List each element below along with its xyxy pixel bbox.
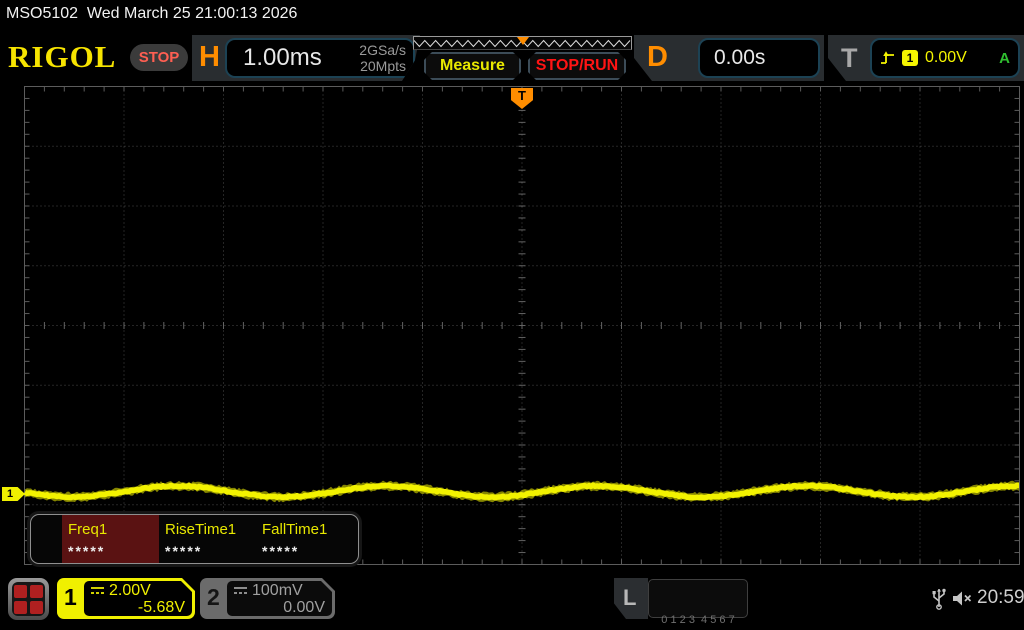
measurement-label: RiseTime1 [165, 521, 256, 538]
dc-coupling-icon [90, 586, 105, 595]
quick-menu-button[interactable] [8, 578, 49, 620]
channel2-number: 2 [207, 584, 220, 611]
usb-icon [932, 585, 946, 610]
measurement-freq1[interactable]: Freq1 ***** [62, 515, 159, 563]
measurement-value: ***** [262, 543, 353, 559]
channel1-offset: -5.68V [90, 599, 185, 616]
channel2-status[interactable]: 2 100mV 0.00V [200, 578, 335, 619]
channel1-scale: 2.00V [109, 582, 151, 599]
logic-key-label: L [623, 585, 636, 611]
status-clock: 20:59 [977, 587, 1024, 609]
logic-channel-list[interactable]: 0 1 2 3 4 5 6 7 8 9 1011 12131415 [648, 579, 748, 618]
logic-channels-row1: 0 1 2 3 4 5 6 7 [649, 613, 747, 628]
oscilloscope-screen: MSO5102 Wed March 25 21:00:13 2026 RIGOL… [0, 0, 1024, 630]
measurement-results-panel[interactable]: Freq1 ***** RiseTime1 ***** FallTime1 **… [30, 514, 359, 564]
dc-coupling-icon [233, 586, 248, 595]
measurement-label: FallTime1 [262, 521, 353, 538]
channel1-level-marker-label: 1 [7, 488, 13, 500]
measurement-value: ***** [68, 543, 159, 559]
channel1-status[interactable]: 1 2.00V -5.68V [57, 578, 195, 619]
channel1-number: 1 [64, 584, 77, 611]
sound-muted-icon [952, 590, 974, 607]
grid-menu-icon [12, 582, 45, 616]
channel2-scale: 100mV [252, 582, 303, 599]
measurement-label: Freq1 [68, 521, 159, 538]
measurement-value: ***** [165, 543, 256, 559]
measurement-falltime1[interactable]: FallTime1 ***** [256, 515, 353, 563]
channel2-offset: 0.00V [233, 599, 325, 616]
measurement-risetime1[interactable]: RiseTime1 ***** [159, 515, 256, 563]
trigger-position-marker-label: T [518, 88, 526, 103]
